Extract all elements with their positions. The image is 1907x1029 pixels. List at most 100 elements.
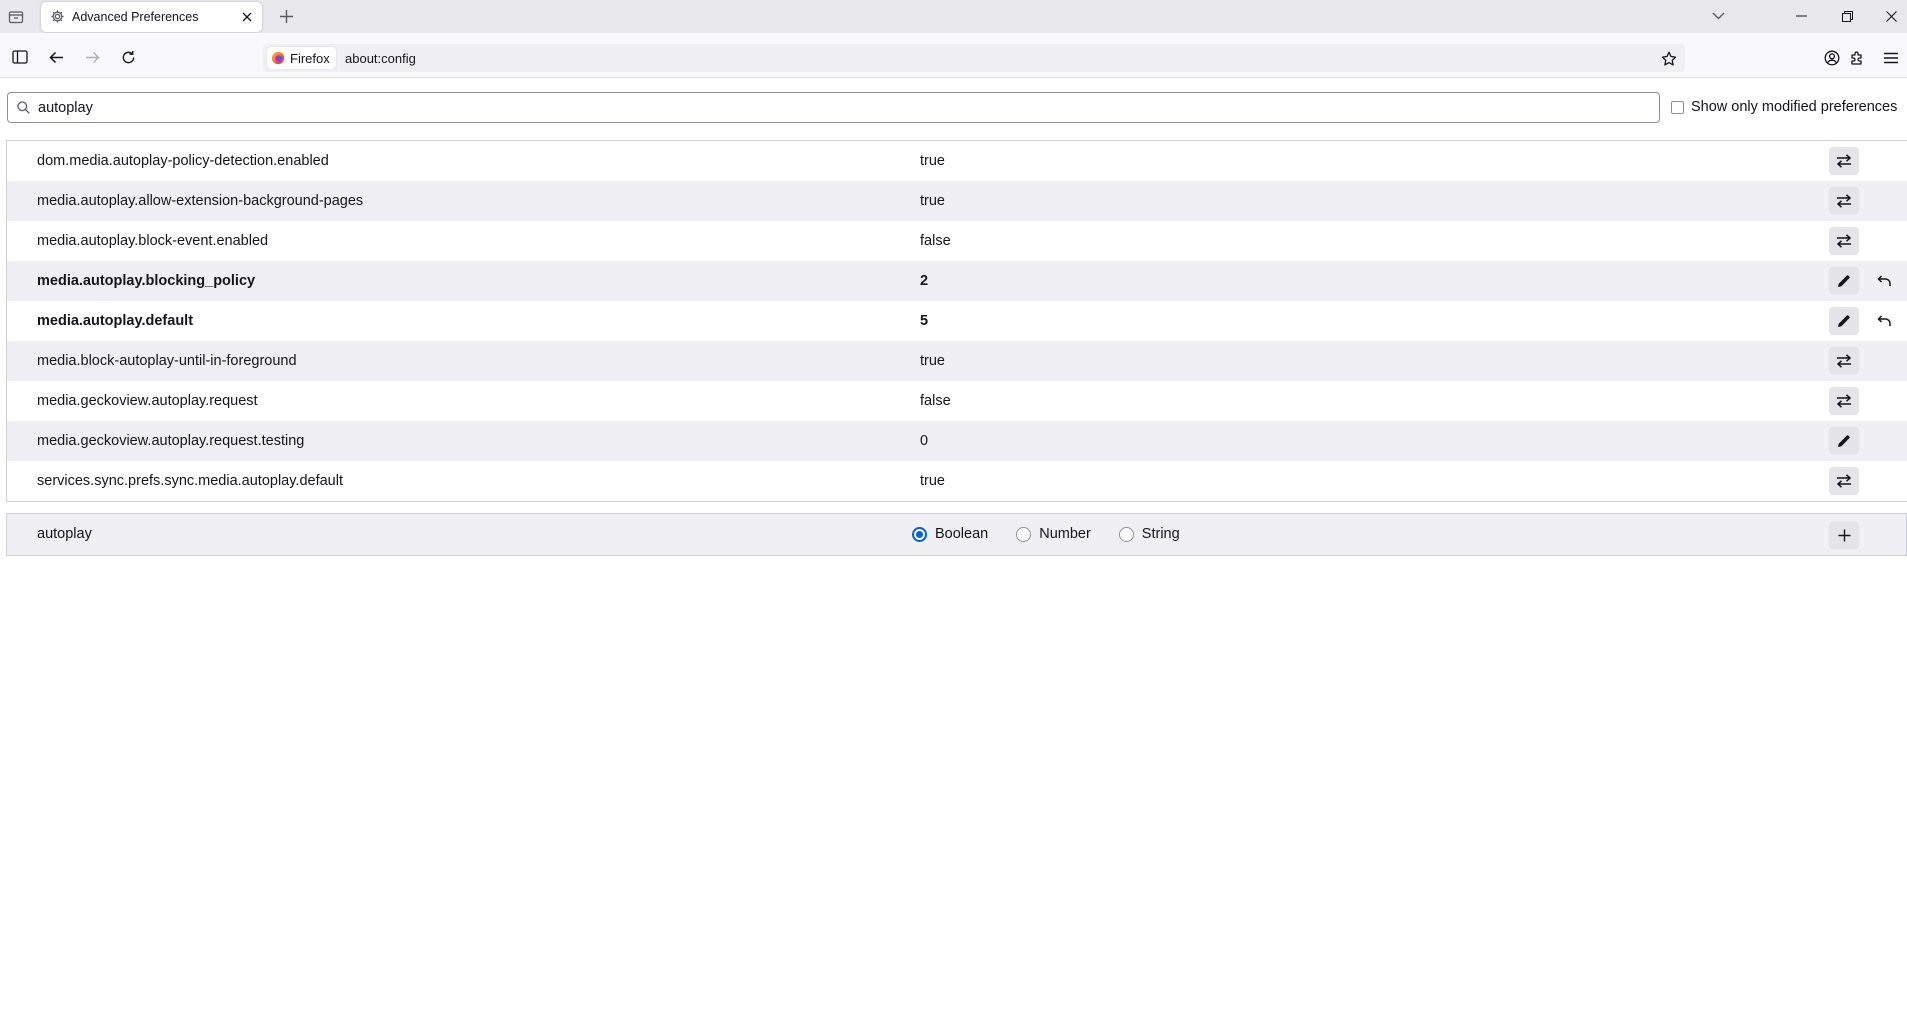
undo-icon [1876,275,1891,286]
new-pref-name: autoplay [37,526,92,542]
pencil-icon [1838,275,1850,287]
hamburger-menu-icon [1884,52,1898,64]
table-row: media.autoplay.blocking_policy 2 [7,261,1907,301]
type-boolean-option[interactable]: Boolean [912,526,988,542]
pref-name: media.autoplay.allow-extension-backgroun… [37,193,364,209]
type-boolean-label: Boolean [935,526,989,542]
edit-button[interactable] [1829,307,1859,335]
firefox-view-button[interactable] [6,7,26,27]
toggle-button[interactable] [1829,347,1859,375]
pref-name: services.sync.prefs.sync.media.autoplay.… [37,473,343,489]
pref-value[interactable]: false [920,393,951,409]
plus-icon [1838,529,1850,541]
pref-value[interactable]: true [920,193,945,209]
star-icon [1661,51,1677,66]
type-number-radio[interactable] [1016,526,1032,542]
table-row: media.autoplay.default 5 [7,301,1907,341]
pref-value[interactable]: true [920,353,945,369]
close-icon [1885,10,1897,22]
reset-button[interactable] [1873,271,1895,291]
tab-title: Advanced Preferences [72,10,199,24]
undo-icon [1876,315,1891,326]
preferences-table: dom.media.autoplay-policy-detection.enab… [6,140,1907,502]
identity-label: Firefox [290,50,330,66]
new-tab-button[interactable] [276,6,296,26]
type-boolean-radio[interactable] [912,526,927,542]
toggle-arrows-icon [1836,354,1852,368]
minimize-button[interactable] [1790,6,1812,26]
sidebar-icon [12,50,28,64]
sidebar-button[interactable] [9,46,31,68]
url-text[interactable]: about:config [345,51,416,66]
pref-name: media.autoplay.blocking_policy [37,273,256,289]
toggle-button[interactable] [1829,147,1859,175]
table-row: services.sync.prefs.sync.media.autoplay.… [7,461,1907,501]
add-preference-row: autoplay Boolean Number String [6,513,1907,556]
edit-button[interactable] [1829,267,1859,295]
type-string-label: String [1141,526,1180,542]
pref-value[interactable]: true [920,473,945,489]
pref-type-radio-group: Boolean Number String [912,526,1208,542]
show-modified-toggle[interactable]: Show only modified preferences [1671,99,1897,115]
identity-box[interactable]: Firefox [267,47,336,69]
pref-value[interactable]: true [920,153,945,169]
table-row: dom.media.autoplay-policy-detection.enab… [7,141,1907,181]
pref-name: media.autoplay.block-event.enabled [37,233,269,249]
pencil-icon [1838,315,1850,327]
toggle-arrows-icon [1836,394,1852,408]
toggle-arrows-icon [1836,474,1852,488]
table-row: media.autoplay.allow-extension-backgroun… [7,181,1907,221]
toggle-button[interactable] [1829,387,1859,415]
table-row: media.autoplay.block-event.enabled false [7,221,1907,261]
account-icon [1824,50,1840,66]
type-string-radio[interactable] [1118,526,1134,542]
type-string-option[interactable]: String [1118,526,1180,542]
url-bar[interactable] [263,44,1685,72]
search-box [7,92,1660,123]
pref-value[interactable]: 0 [920,433,928,449]
arrow-left-icon [48,51,63,63]
pref-value[interactable]: 2 [920,273,928,289]
table-row: media.block-autoplay-until-in-foreground… [7,341,1907,381]
tab-advanced-preferences[interactable]: Advanced Preferences [41,2,262,32]
app-menu-button[interactable] [1880,47,1902,69]
close-tab-button[interactable] [238,8,256,26]
close-window-button[interactable] [1880,6,1902,26]
search-input[interactable] [38,97,1638,118]
chevron-down-icon [1712,12,1724,20]
table-row: media.geckoview.autoplay.request.testing… [7,421,1907,461]
pref-value[interactable]: 5 [920,313,928,329]
plus-icon [279,9,293,23]
pref-name: media.block-autoplay-until-in-foreground [37,353,297,369]
pref-value[interactable]: false [920,233,951,249]
reset-button[interactable] [1873,311,1895,331]
account-button[interactable] [1821,47,1843,69]
toggle-button[interactable] [1829,467,1859,495]
type-number-label: Number [1039,526,1091,542]
restore-button[interactable] [1836,6,1858,26]
list-all-tabs-button[interactable] [1708,6,1728,26]
reload-button[interactable] [117,46,139,68]
table-row: media.geckoview.autoplay.request false [7,381,1907,421]
arrow-right-icon [85,51,100,63]
bookmark-star-button[interactable] [1658,48,1680,70]
toggle-arrows-icon [1836,234,1852,248]
pref-name: media.autoplay.default [37,313,194,329]
forward-button[interactable] [81,46,103,68]
firefox-view-icon [8,11,24,24]
puzzle-icon [1851,51,1862,65]
edit-button[interactable] [1829,427,1859,455]
toggle-button[interactable] [1829,227,1859,255]
show-modified-checkbox[interactable] [1671,100,1684,114]
pref-name: media.geckoview.autoplay.request.testing [37,433,305,449]
type-number-option[interactable]: Number [1016,526,1091,542]
toggle-arrows-icon [1836,194,1852,208]
add-preference-button[interactable] [1829,521,1859,549]
restore-icon [1841,10,1853,22]
gear-icon [50,9,65,24]
search-icon [17,101,30,114]
back-button[interactable] [45,46,67,68]
toggle-button[interactable] [1829,187,1859,215]
extensions-button[interactable] [1846,47,1868,69]
pref-name: dom.media.autoplay-policy-detection.enab… [37,153,329,169]
